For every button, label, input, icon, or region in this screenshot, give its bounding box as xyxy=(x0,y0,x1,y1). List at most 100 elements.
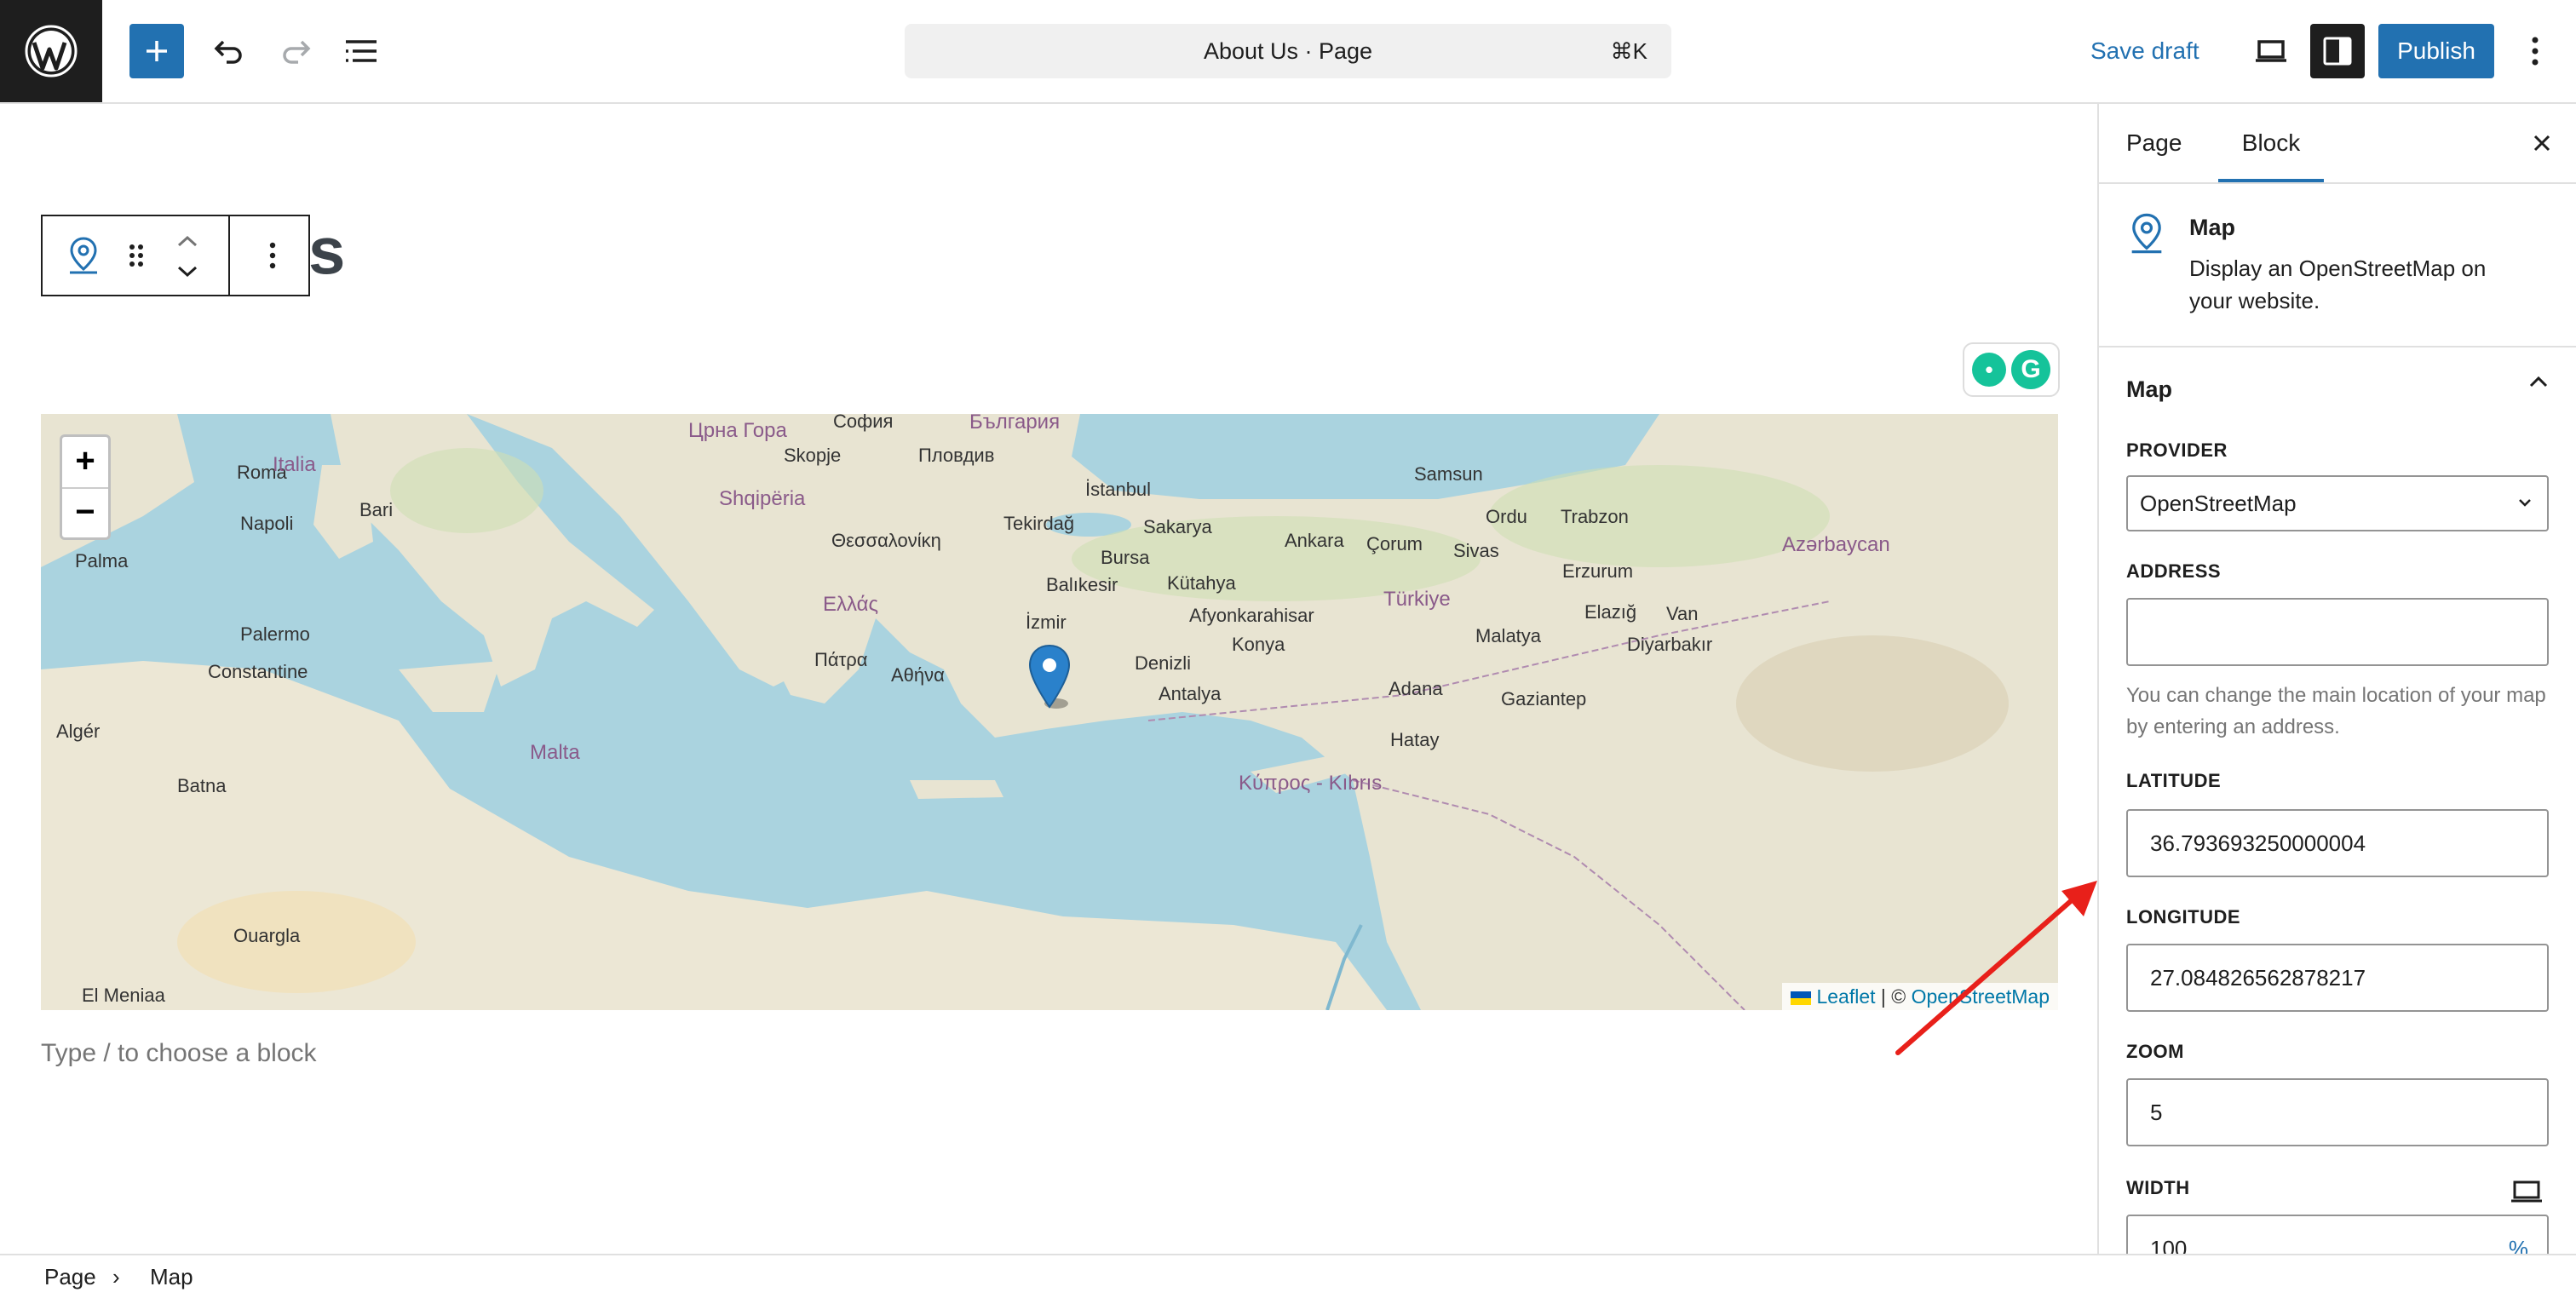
map-label: Πάτρα xyxy=(814,649,868,670)
map-label: Θεσσαλονίκη xyxy=(831,530,941,551)
map-label: Bursa xyxy=(1101,547,1150,568)
width-label: WIDTH xyxy=(2126,1177,2190,1198)
map-label: Algér xyxy=(56,721,101,742)
map-label: Sakarya xyxy=(1143,516,1212,537)
move-down-icon[interactable] xyxy=(170,259,204,284)
close-icon[interactable] xyxy=(2521,123,2562,164)
map-label: Tekirdağ xyxy=(1003,513,1075,534)
map-label: Црна Гора xyxy=(688,419,787,442)
annotation-arrow-icon xyxy=(1895,881,2097,1055)
map-label: Italia xyxy=(273,453,316,476)
map-label: Batna xyxy=(177,775,227,796)
zoom-in-button[interactable]: + xyxy=(62,437,108,489)
longitude-field[interactable]: 27.084826562878217 xyxy=(2126,944,2549,1012)
heading-block-fragment[interactable]: s xyxy=(308,210,345,291)
map-label: Napoli xyxy=(240,513,294,534)
command-palette-bar[interactable]: About Us · Page ⌘K xyxy=(905,24,1671,78)
map-label: Ελλάς xyxy=(823,593,879,616)
undo-icon[interactable] xyxy=(201,24,256,78)
zoom-field[interactable]: 5 xyxy=(2126,1078,2549,1146)
leaflet-link[interactable]: Leaflet xyxy=(1816,985,1875,1008)
breadcrumb-item-map[interactable]: Map xyxy=(150,1255,193,1298)
document-overview-icon[interactable] xyxy=(334,24,388,78)
desktop-device-icon[interactable] xyxy=(2510,1179,2544,1209)
block-options-icon[interactable] xyxy=(256,237,290,274)
save-draft-button[interactable]: Save draft xyxy=(2090,24,2199,78)
map-label: Ouargla xyxy=(233,925,301,946)
map-label: Konya xyxy=(1232,634,1285,655)
map-label: Gaziantep xyxy=(1501,688,1587,709)
map-label: Bari xyxy=(359,499,394,520)
document-title: About Us · Page xyxy=(1203,38,1373,64)
zoom-out-button[interactable]: − xyxy=(62,488,108,538)
map-label: İstanbul xyxy=(1085,479,1152,500)
drag-handle-icon[interactable] xyxy=(119,237,153,274)
map-block[interactable]: Roma Italia Napoli Bari Palermo Palma Co… xyxy=(41,414,2058,1010)
map-zoom-control: + − xyxy=(60,434,111,540)
wordpress-logo-icon[interactable] xyxy=(0,0,102,102)
map-label: Antalya xyxy=(1159,683,1222,704)
map-pin-icon[interactable] xyxy=(60,232,107,279)
longitude-label: LONGITUDE xyxy=(2126,906,2241,928)
grammarly-widget[interactable]: • G xyxy=(1963,342,2060,397)
map-label: Malatya xyxy=(1475,625,1542,646)
latitude-field[interactable]: 36.793693250000004 xyxy=(2126,809,2549,877)
map-label: Malta xyxy=(530,741,580,764)
map-label: Palermo xyxy=(240,623,310,645)
map-label: Çorum xyxy=(1366,533,1423,554)
grammarly-idea-icon[interactable]: • xyxy=(1972,353,2006,387)
shortcut-hint: ⌘K xyxy=(1610,38,1647,64)
map-label: Κύπρος - Kıbrıs xyxy=(1239,772,1383,795)
map-label: Erzurum xyxy=(1562,560,1634,582)
map-label: Van xyxy=(1666,603,1699,624)
map-label: Diyarbakır xyxy=(1627,634,1713,655)
map-marker-icon[interactable] xyxy=(1027,644,1072,715)
map-label: Balıkesir xyxy=(1046,574,1118,595)
settings-sidebar-toggle-icon[interactable] xyxy=(2310,24,2365,78)
block-toolbar xyxy=(41,215,310,296)
chevron-up-icon[interactable] xyxy=(2528,375,2549,393)
grammarly-logo-icon[interactable]: G xyxy=(2011,350,2050,389)
provider-select[interactable]: OpenStreetMap xyxy=(2126,475,2549,531)
width-unit-select[interactable]: % xyxy=(2509,1216,2528,1254)
map-label: Afyonkarahisar xyxy=(1189,605,1314,626)
breadcrumb: Page › Map xyxy=(0,1254,2576,1298)
settings-sidebar: Page Block Map Display an OpenStreetMap … xyxy=(2097,104,2576,1254)
chevron-down-icon xyxy=(2516,477,2533,548)
width-value: 100 xyxy=(2150,1236,2188,1254)
map-label: Ankara xyxy=(1285,530,1344,551)
editor-canvas: s • G Roma Italia Napoli Bari Palermo Pa… xyxy=(0,104,2097,1254)
move-up-icon[interactable] xyxy=(170,228,204,254)
map-label: Adana xyxy=(1389,678,1443,699)
map-label: Elazığ xyxy=(1584,601,1637,623)
tab-page[interactable]: Page xyxy=(2126,104,2182,182)
map-label: İzmir xyxy=(1026,612,1067,633)
width-field[interactable]: 100 % xyxy=(2126,1215,2549,1254)
map-panel-title[interactable]: Map xyxy=(2126,376,2172,403)
map-label: Sivas xyxy=(1453,540,1499,561)
publish-button[interactable]: Publish xyxy=(2378,24,2494,78)
block-card-title: Map xyxy=(2189,215,2235,240)
breadcrumb-item-page[interactable]: Page xyxy=(44,1255,96,1298)
map-label: Hatay xyxy=(1390,729,1440,750)
map-label: Skopje xyxy=(784,445,842,466)
more-options-icon[interactable] xyxy=(2508,24,2562,78)
address-field[interactable] xyxy=(2126,598,2549,666)
sidebar-tabs: Page Block xyxy=(2099,104,2576,184)
map-label: Azərbaycan xyxy=(1782,533,1890,556)
preview-device-icon[interactable] xyxy=(2244,24,2298,78)
redo-icon[interactable] xyxy=(269,24,324,78)
map-label: Shqipëria xyxy=(719,487,806,510)
map-label: Constantine xyxy=(208,661,308,682)
block-toolbar-group xyxy=(43,216,230,295)
add-block-button[interactable] xyxy=(129,24,184,78)
map-label: Пловдив xyxy=(918,445,995,466)
block-appender-placeholder[interactable]: Type / to choose a block xyxy=(41,1039,317,1068)
map-label: Palma xyxy=(75,550,129,571)
address-help-text: You can change the main location of your… xyxy=(2126,684,2546,738)
tab-block[interactable]: Block xyxy=(2218,104,2324,182)
block-card: Map Display an OpenStreetMap on your web… xyxy=(2099,184,2576,347)
map-label: Ordu xyxy=(1486,506,1527,527)
provider-label: PROVIDER xyxy=(2126,439,2228,461)
address-label: ADDRESS xyxy=(2126,560,2222,582)
